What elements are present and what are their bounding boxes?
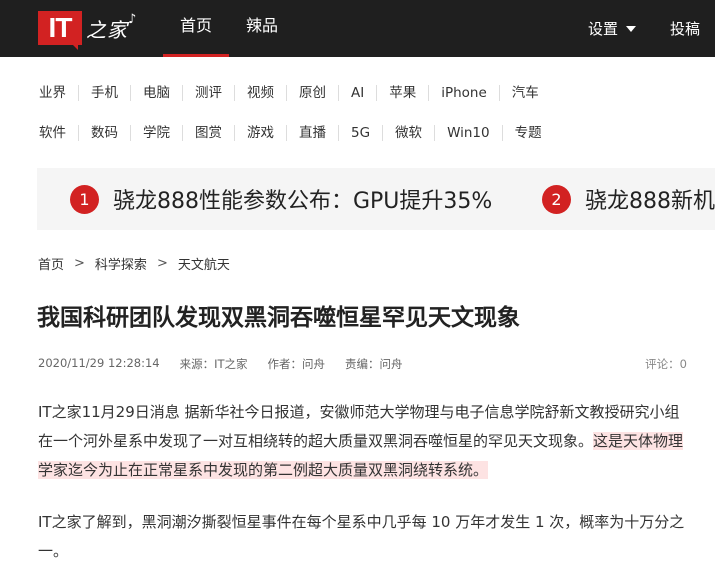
breadcrumb-home[interactable]: 首页 xyxy=(38,254,64,273)
article-paragraph-2: IT之家了解到，黑洞潮汐撕裂恒星事件在每个星系中几乎每 10 万年才发生 1 次… xyxy=(38,513,685,560)
category-link[interactable]: 数码 xyxy=(79,125,131,141)
category-link[interactable]: 汽车 xyxy=(500,85,551,101)
category-link[interactable]: Win10 xyxy=(435,125,503,141)
category-link[interactable]: 图赏 xyxy=(183,125,235,141)
comment-count-link[interactable]: 评论：0 xyxy=(645,356,687,372)
article-title: 我国科研团队发现双黑洞吞噬恒星罕见天文现象 xyxy=(37,305,520,331)
hot-news-item[interactable]: 1 骁龙888性能参数公布：GPU提升35% xyxy=(70,168,492,230)
tab-hot-products[interactable]: 辣品 xyxy=(229,0,295,57)
category-link[interactable]: 微软 xyxy=(383,125,436,141)
settings-label: 设置 xyxy=(587,20,618,38)
article-author: 作者：问舟 xyxy=(267,357,326,371)
breadcrumb-separator: > xyxy=(156,256,168,271)
article-date: 2020/11/29 12:28:14 xyxy=(38,356,160,370)
article-meta: 2020/11/29 12:28:14 来源：IT之家 作者：问舟 责编：问舟 xyxy=(38,356,423,372)
category-link[interactable]: 学院 xyxy=(131,125,183,141)
category-link[interactable]: 手机 xyxy=(79,85,131,101)
hot-news-title: 骁龙888性能参数公布：GPU提升35% xyxy=(113,189,493,214)
category-link[interactable]: 软件 xyxy=(27,125,79,141)
category-link[interactable]: 电脑 xyxy=(131,85,183,101)
category-link[interactable]: 业界 xyxy=(27,85,79,101)
category-link[interactable]: AI xyxy=(339,85,378,101)
category-link[interactable]: 专题 xyxy=(503,125,554,141)
logo-mark: IT xyxy=(38,11,82,50)
tab-home[interactable]: 首页 xyxy=(163,0,230,57)
settings-menu[interactable]: 设置 xyxy=(588,18,636,39)
hot-news-title: 骁龙888新机 xyxy=(585,189,715,214)
breadcrumb-separator: > xyxy=(74,256,85,271)
article-editor: 责编：问舟 xyxy=(345,357,403,371)
category-link[interactable]: 游戏 xyxy=(235,125,287,141)
header-actions: 设置 投稿 xyxy=(588,0,715,57)
breadcrumb-astronomy[interactable]: 天文航天 xyxy=(178,254,230,273)
category-link[interactable]: 视频 xyxy=(235,85,287,101)
category-link[interactable]: 原创 xyxy=(287,85,339,101)
breadcrumb: 首页 > 科学探索 > 天文航天 xyxy=(38,254,230,273)
category-row-2: 软件 数码 学院 图赏 游戏 直播 5G 微软 Win10 专题 xyxy=(27,125,715,141)
breadcrumb-science[interactable]: 科学探索 xyxy=(95,254,147,273)
site-logo[interactable]: IT 之家 ♪ xyxy=(38,10,137,50)
category-link[interactable]: 直播 xyxy=(287,125,339,141)
paragraph-text: IT之家11月29日消息 据新华社今日报道，安徽师范大学物理与电子信息学院舒新文… xyxy=(38,403,680,450)
top-bar: IT 之家 ♪ 首页 辣品 设置 投稿 xyxy=(0,0,715,57)
logo-suffix: 之家 xyxy=(86,17,128,42)
category-row-1: 业界 手机 电脑 测评 视频 原创 AI 苹果 iPhone 汽车 xyxy=(27,85,715,101)
category-link[interactable]: 5G xyxy=(339,125,384,141)
category-link[interactable]: 测评 xyxy=(183,85,235,101)
article-source: 来源：IT之家 xyxy=(179,357,248,371)
article-paragraph-1: IT之家11月29日消息 据新华社今日报道，安徽师范大学物理与电子信息学院舒新文… xyxy=(38,398,692,485)
main-nav: 首页 辣品 xyxy=(163,0,295,57)
rank-badge: 1 xyxy=(70,184,99,214)
category-link[interactable]: 苹果 xyxy=(377,85,430,101)
rank-badge: 2 xyxy=(542,184,571,214)
hot-news-item[interactable]: 2 骁龙888新机 xyxy=(542,168,715,230)
caret-down-icon xyxy=(625,25,636,32)
hot-news-ticker: 1 骁龙888性能参数公布：GPU提升35% 2 骁龙888新机 xyxy=(37,168,715,230)
category-link[interactable]: iPhone xyxy=(429,85,500,101)
submit-article-link[interactable]: 投稿 xyxy=(670,18,700,39)
music-note-icon: ♪ xyxy=(128,11,137,27)
